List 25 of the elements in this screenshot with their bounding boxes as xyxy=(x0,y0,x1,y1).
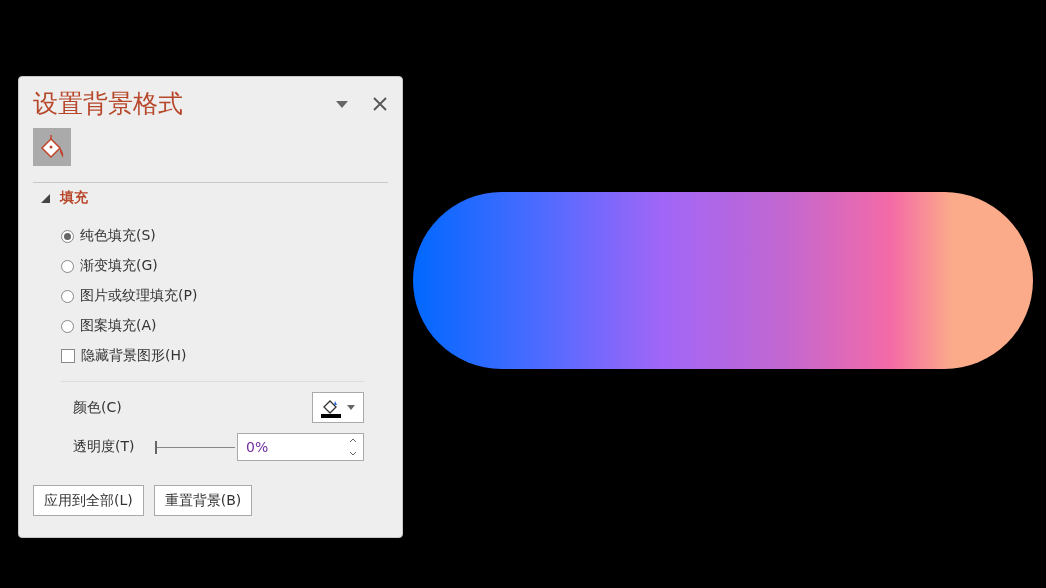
option-label: 图片或纹理填充(P) xyxy=(80,287,198,305)
radio-button[interactable] xyxy=(61,259,74,273)
radio-button[interactable] xyxy=(61,319,74,333)
spinner-arrows-icon[interactable] xyxy=(349,437,357,457)
paint-bucket-icon xyxy=(39,133,65,161)
transparency-field[interactable]: 0% xyxy=(237,433,364,461)
color-picker-button[interactable] xyxy=(312,392,364,423)
checkbox[interactable] xyxy=(61,349,75,363)
radio-button[interactable] xyxy=(61,229,74,243)
section-heading: 填充 xyxy=(60,189,88,207)
radio-button[interactable] xyxy=(61,289,74,303)
option-label: 图案填充(A) xyxy=(80,317,157,335)
action-button[interactable]: 重置背景(B) xyxy=(153,485,253,516)
expand-icon[interactable] xyxy=(41,193,50,203)
field-value: 0% xyxy=(246,439,270,455)
option-label: 纯色填充(S) xyxy=(80,227,156,245)
transparency-label: 透明度(T) xyxy=(73,438,136,456)
pane-title: 设置背景格式 xyxy=(33,88,184,120)
option-label: 渐变填充(G) xyxy=(80,257,158,275)
action-button[interactable]: 应用到全部(L) xyxy=(33,485,144,516)
option-label: 隐藏背景图形(H) xyxy=(81,347,187,365)
close-icon[interactable] xyxy=(372,95,388,112)
color-label: 颜色(C) xyxy=(73,398,123,417)
caret-icon xyxy=(347,405,355,410)
fill-tab[interactable] xyxy=(33,128,71,166)
